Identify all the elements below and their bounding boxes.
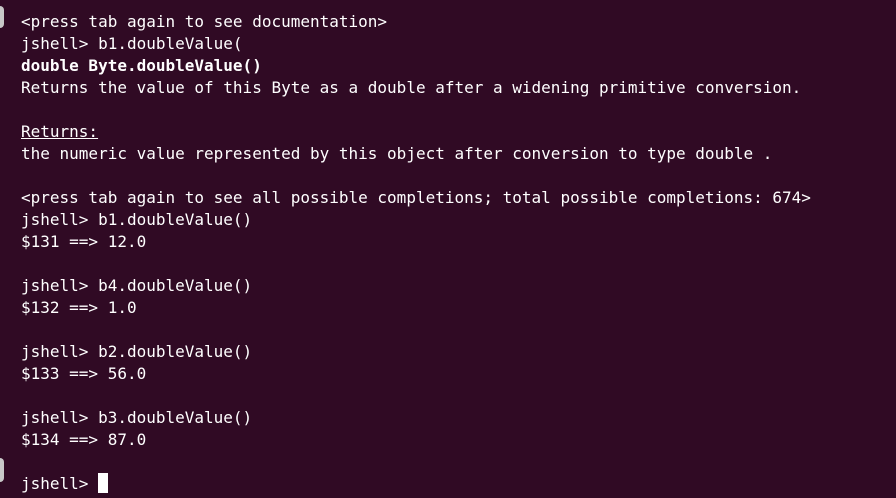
output-line: <press tab again to see all possible com…: [21, 187, 896, 209]
text-cursor: [98, 473, 109, 493]
output-line-text: Returns the value of this Byte as a doub…: [21, 78, 802, 97]
output-line-text: $132 ==> 1.0: [21, 298, 137, 317]
output-line: jshell> b2.doubleValue(): [21, 341, 896, 363]
output-line-text: <press tab again to see documentation>: [21, 12, 388, 31]
output-line: $133 ==> 56.0: [21, 363, 896, 385]
output-line-text: jshell> b4.doubleValue(): [21, 276, 253, 295]
left-edge-fragment-lower: [0, 458, 4, 482]
output-line-text: Returns:: [21, 122, 99, 141]
output-line-text: $134 ==> 87.0: [21, 430, 147, 449]
output-line-text: double Byte.doubleValue(): [21, 56, 262, 75]
output-line: Returns:: [21, 121, 896, 143]
output-line-text: $133 ==> 56.0: [21, 364, 147, 383]
output-line: $132 ==> 1.0: [21, 297, 896, 319]
output-line-text: jshell> b1.doubleValue(): [21, 210, 253, 229]
output-line: $134 ==> 87.0: [21, 429, 896, 451]
output-line: $131 ==> 12.0: [21, 231, 896, 253]
output-line-text: jshell> b2.doubleValue(): [21, 342, 253, 361]
output-line-text: <press tab again to see all possible com…: [21, 188, 811, 207]
output-line: Returns the value of this Byte as a doub…: [21, 77, 896, 99]
prompt-line[interactable]: jshell>: [21, 473, 896, 495]
output-line: <press tab again to see documentation>: [21, 11, 896, 33]
terminal-output: <press tab again to see documentation> js…: [21, 11, 896, 473]
output-line: the numeric value represented by this ob…: [21, 143, 896, 165]
left-edge-fragment: [0, 6, 4, 28]
output-line-text: $131 ==> 12.0: [21, 232, 147, 251]
output-line: jshell> b1.doubleValue(: [21, 33, 896, 55]
output-line-text: jshell> b1.doubleValue(: [21, 34, 243, 53]
output-line: jshell> b1.doubleValue(): [21, 209, 896, 231]
output-line: jshell> b3.doubleValue(): [21, 407, 896, 429]
output-line: double Byte.doubleValue(): [21, 55, 896, 77]
prompt-text: jshell>: [21, 474, 99, 493]
output-line-text: the numeric value represented by this ob…: [21, 144, 773, 163]
terminal-window[interactable]: <press tab again to see documentation> js…: [0, 0, 896, 498]
output-line: jshell> b4.doubleValue(): [21, 275, 896, 297]
output-line-text: jshell> b3.doubleValue(): [21, 408, 253, 427]
